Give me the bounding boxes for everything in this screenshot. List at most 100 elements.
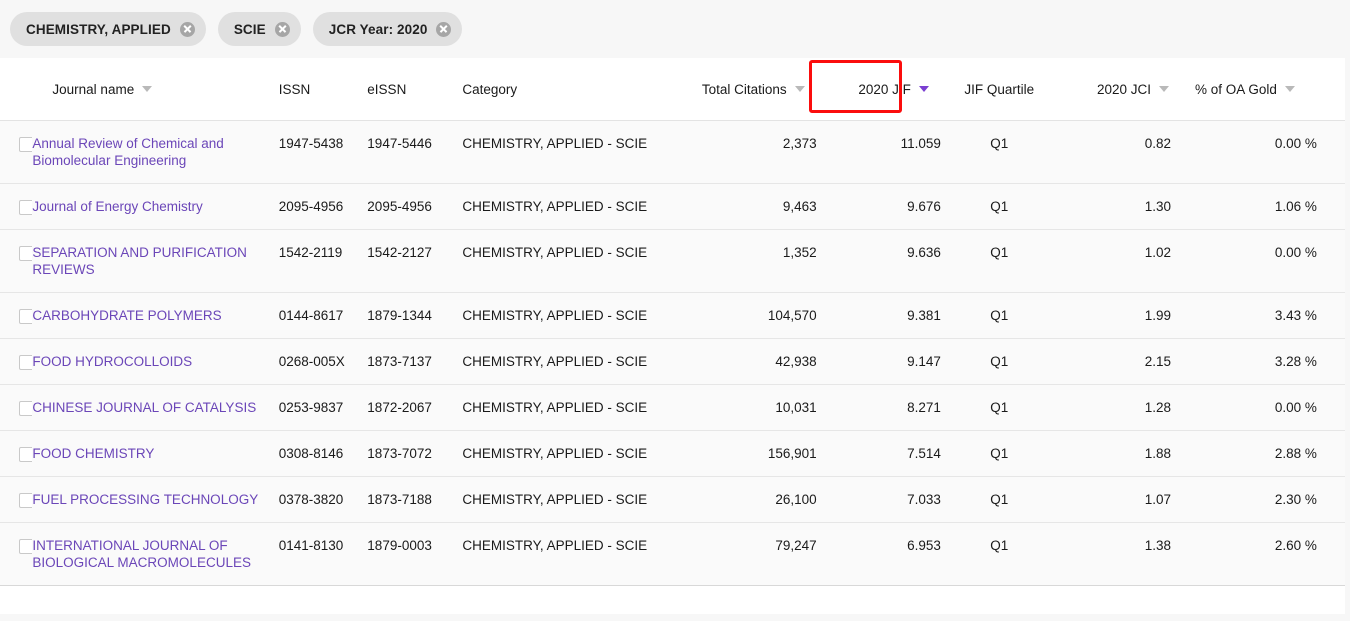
right-strip <box>1345 0 1350 621</box>
sort-caret-icon[interactable] <box>142 86 153 92</box>
journal-name-link[interactable]: Journal of Energy Chemistry <box>32 198 206 215</box>
column-header-label: Total Citations <box>701 81 787 97</box>
table-row: Annual Review of Chemical and Biomolecul… <box>0 120 1345 184</box>
cell-category: CHEMISTRY, APPLIED - SCIE <box>462 229 698 293</box>
cell-2020-jci: 1.88 <box>1057 430 1172 477</box>
cell-issn: 0308-8146 <box>278 430 368 477</box>
column-header-label: Category <box>462 81 518 97</box>
cell-issn: 0141-8130 <box>278 522 368 586</box>
journal-name-link[interactable]: Annual Review of Chemical and Biomolecul… <box>32 135 278 169</box>
cell-spacer <box>1316 120 1345 184</box>
filter-chip-label: SCIE <box>233 21 266 37</box>
column-header-label: % of OA Gold <box>1195 81 1277 97</box>
cell-issn: 0144-8617 <box>278 292 368 339</box>
cell-2020-jci: 1.30 <box>1057 183 1172 230</box>
journal-name-link[interactable]: CHINESE JOURNAL OF CATALYSIS <box>32 399 260 416</box>
row-checkbox-cell <box>0 120 34 184</box>
cell-2020-jci: 1.02 <box>1057 229 1172 293</box>
cell-2020-jif: 8.271 <box>816 384 941 431</box>
cell-category: CHEMISTRY, APPLIED - SCIE <box>462 384 698 431</box>
column-header-label: 2020 JIF <box>858 81 911 97</box>
cell-total-citations: 10,031 <box>697 384 817 431</box>
column-header-2020-jci[interactable]: 2020 JCI <box>1057 58 1172 121</box>
table-body: Annual Review of Chemical and Biomolecul… <box>0 120 1345 586</box>
table-row: CARBOHYDRATE POLYMERS 0144-8617 1879-1344 C… <box>0 292 1345 339</box>
cell-total-citations: 9,463 <box>697 183 817 230</box>
cell-jif-quartile: Q1 <box>940 229 1058 293</box>
column-header-journal-name[interactable]: Journal name <box>32 58 279 121</box>
cell-category: CHEMISTRY, APPLIED - SCIE <box>462 183 698 230</box>
cell-journal-name: INTERNATIONAL JOURNAL OF BIOLOGICAL MACR… <box>32 522 279 586</box>
cell-2020-jci: 1.38 <box>1057 522 1172 586</box>
table-row: INTERNATIONAL JOURNAL OF BIOLOGICAL MACR… <box>0 522 1345 586</box>
table-row: FOOD CHEMISTRY 0308-8146 1873-7072 CHEMISTR… <box>0 430 1345 477</box>
journal-name-link[interactable]: INTERNATIONAL JOURNAL OF BIOLOGICAL MACR… <box>32 537 278 571</box>
cell-spacer <box>1316 522 1345 586</box>
journal-name-link[interactable]: FOOD CHEMISTRY <box>32 445 158 462</box>
header-spacer <box>1316 58 1345 121</box>
column-header-label: ISSN <box>278 81 311 97</box>
cell-2020-jif: 11.059 <box>816 120 941 184</box>
filter-chip[interactable]: CHEMISTRY, APPLIED <box>10 12 206 46</box>
filter-chip[interactable]: SCIE <box>217 12 301 46</box>
cell-2020-jci: 0.82 <box>1057 120 1172 184</box>
sort-caret-icon[interactable] <box>1284 86 1295 92</box>
header-select-all <box>0 58 33 121</box>
cell-eissn: 1879-1344 <box>367 292 463 339</box>
cell-spacer <box>1316 430 1345 477</box>
cell-total-citations: 42,938 <box>697 338 817 385</box>
cell-journal-name: FOOD CHEMISTRY <box>32 430 279 477</box>
cell-eissn: 1947-5446 <box>367 120 463 184</box>
results-table-container: Journal name ISSN eISSN Category Total C… <box>0 58 1345 586</box>
close-circle-icon[interactable] <box>179 21 195 37</box>
close-circle-icon[interactable] <box>436 21 452 37</box>
cell-jif-quartile: Q1 <box>940 292 1058 339</box>
close-circle-icon[interactable] <box>274 21 290 37</box>
journal-name-link[interactable]: FOOD HYDROCOLLOIDS <box>32 353 196 370</box>
bottom-strip <box>0 614 1350 621</box>
cell-spacer <box>1316 476 1345 523</box>
row-checkbox-cell <box>0 292 34 339</box>
row-checkbox-cell <box>0 476 34 523</box>
cell-oa-gold: 2.30 % <box>1171 476 1317 523</box>
cell-2020-jif: 9.676 <box>816 183 941 230</box>
sort-caret-icon[interactable] <box>1159 86 1170 92</box>
cell-2020-jif: 7.033 <box>816 476 941 523</box>
cell-2020-jif: 9.636 <box>816 229 941 293</box>
cell-jif-quartile: Q1 <box>940 430 1058 477</box>
column-header-label: 2020 JCI <box>1096 81 1152 97</box>
column-header-2020-jif[interactable]: 2020 JIF <box>816 58 941 121</box>
cell-2020-jci: 1.99 <box>1057 292 1172 339</box>
cell-total-citations: 1,352 <box>697 229 817 293</box>
cell-spacer <box>1316 229 1345 293</box>
cell-jif-quartile: Q1 <box>940 522 1058 586</box>
cell-eissn: 1873-7188 <box>367 476 463 523</box>
cell-jif-quartile: Q1 <box>940 384 1058 431</box>
column-header-category: Category <box>462 58 698 121</box>
sort-caret-icon[interactable] <box>918 86 929 92</box>
filter-chip[interactable]: JCR Year: 2020 <box>312 12 463 46</box>
cell-total-citations: 156,901 <box>697 430 817 477</box>
column-header-total-citations[interactable]: Total Citations <box>697 58 817 121</box>
journal-name-link[interactable]: FUEL PROCESSING TECHNOLOGY <box>32 491 262 508</box>
sort-caret-icon[interactable] <box>794 86 805 92</box>
table-row: CHINESE JOURNAL OF CATALYSIS 0253-9837 187… <box>0 384 1345 431</box>
cell-eissn: 2095-4956 <box>367 183 463 230</box>
column-header-oa-gold[interactable]: % of OA Gold <box>1171 58 1317 121</box>
cell-eissn: 1879-0003 <box>367 522 463 586</box>
cell-oa-gold: 0.00 % <box>1171 384 1317 431</box>
cell-2020-jif: 7.514 <box>816 430 941 477</box>
cell-total-citations: 26,100 <box>697 476 817 523</box>
cell-oa-gold: 2.60 % <box>1171 522 1317 586</box>
cell-oa-gold: 3.43 % <box>1171 292 1317 339</box>
cell-issn: 0253-9837 <box>278 384 368 431</box>
cell-oa-gold: 0.00 % <box>1171 120 1317 184</box>
table-row: FOOD HYDROCOLLOIDS 0268-005X 1873-7137 CHEM… <box>0 338 1345 385</box>
filter-chip-label: CHEMISTRY, APPLIED <box>26 21 171 37</box>
journal-name-link[interactable]: CARBOHYDRATE POLYMERS <box>32 307 225 324</box>
cell-issn: 2095-4956 <box>278 183 368 230</box>
journal-name-link[interactable]: SEPARATION AND PURIFICATION REVIEWS <box>32 244 278 278</box>
table-header: Journal name ISSN eISSN Category Total C… <box>0 58 1345 121</box>
cell-journal-name: Journal of Energy Chemistry <box>32 183 279 230</box>
column-header-issn: ISSN <box>278 58 368 121</box>
